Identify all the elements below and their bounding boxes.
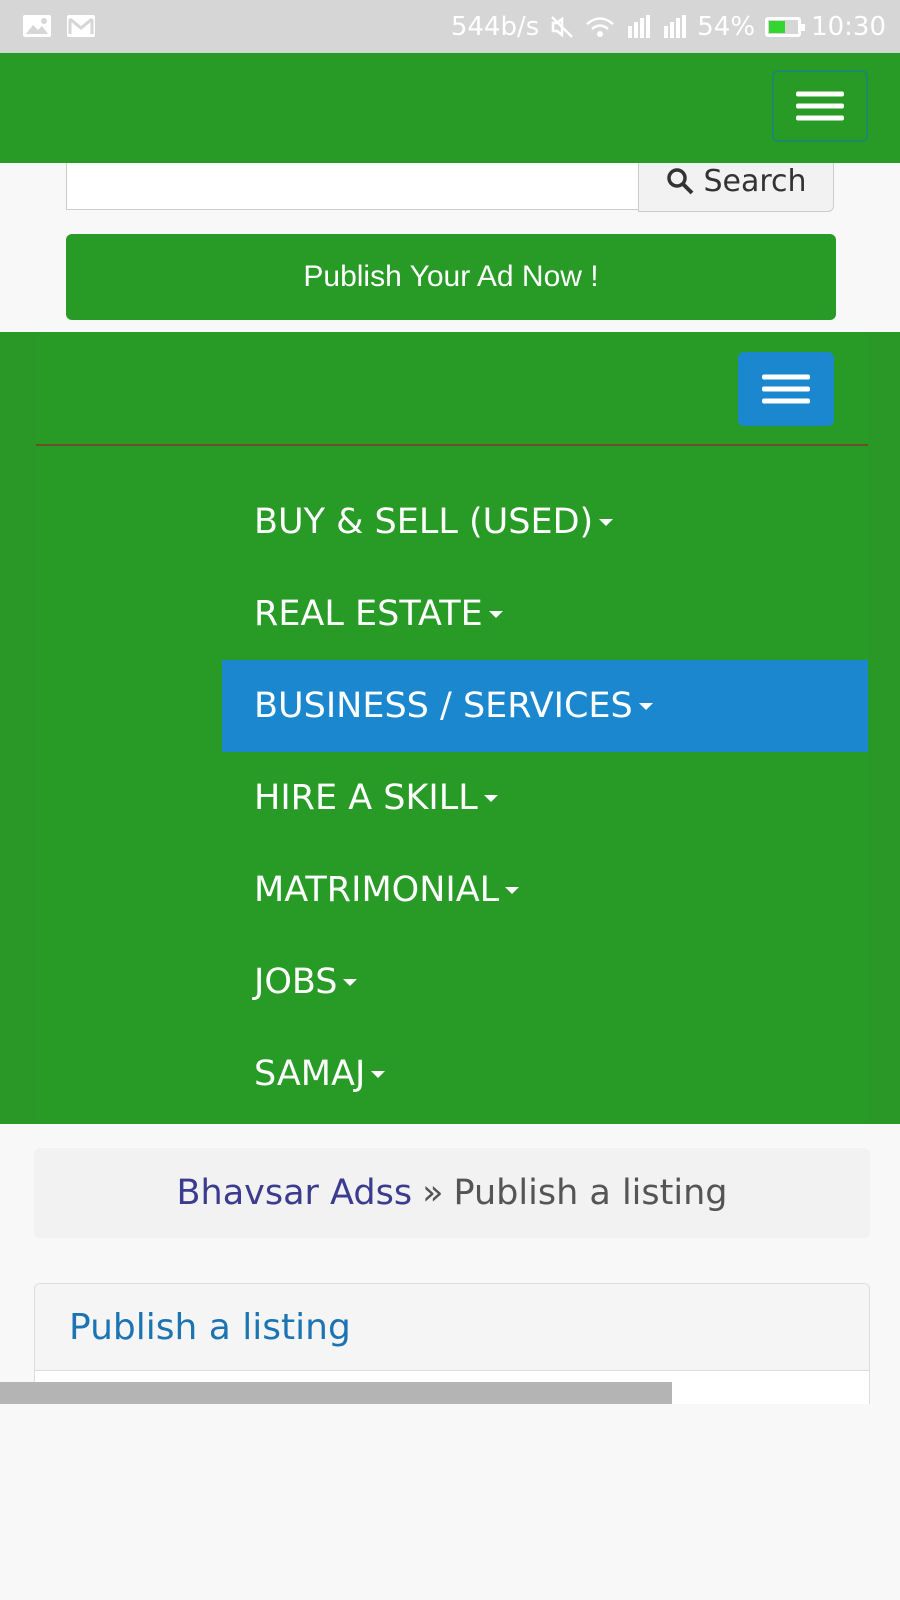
- menu-item-business-services[interactable]: BUSINESS / SERVICES: [222, 660, 868, 752]
- battery-percent: 54%: [697, 11, 756, 42]
- menu-item-buy-sell-used[interactable]: BUY & SELL (USED): [222, 476, 868, 568]
- caret-down-icon: [599, 518, 614, 526]
- hamburger-icon: [796, 85, 844, 128]
- category-navbar: BUY & SELL (USED) REAL ESTATE BUSINESS /…: [0, 332, 900, 1124]
- category-menu: BUY & SELL (USED) REAL ESTATE BUSINESS /…: [222, 476, 868, 1120]
- search-icon: [667, 168, 694, 195]
- caret-down-icon: [371, 1070, 386, 1078]
- wifi-icon: [586, 16, 615, 37]
- gallery-icon: [23, 15, 51, 37]
- signal-icon: [664, 14, 687, 38]
- clock: 10:30: [811, 11, 886, 42]
- menu-item-hire-a-skill[interactable]: HIRE A SKILL: [222, 752, 868, 844]
- top-navbar: [0, 53, 900, 163]
- network-speed: 544b/s: [450, 11, 540, 42]
- caret-down-icon: [483, 794, 498, 802]
- breadcrumb-home-link[interactable]: Bhavsar Adss: [177, 1173, 413, 1213]
- hamburger-icon: [762, 368, 810, 411]
- status-indicators: 544b/s 54% 10:30: [451, 0, 886, 53]
- hd-signal-icon: [628, 14, 651, 38]
- publish-ad-button[interactable]: Publish Your Ad Now !: [66, 234, 836, 320]
- divider: [36, 444, 868, 446]
- battery-icon: [765, 16, 806, 37]
- breadcrumb-current: Publish a listing: [453, 1173, 728, 1213]
- panel-heading: Publish a listing: [35, 1284, 869, 1371]
- mute-icon: [551, 15, 574, 38]
- caret-down-icon: [505, 886, 520, 894]
- breadcrumb-separator: »: [422, 1173, 444, 1213]
- horizontal-scrollbar[interactable]: [0, 1382, 672, 1404]
- gmail-icon: [67, 15, 95, 37]
- category-menu-toggle-button[interactable]: [738, 352, 834, 426]
- search-button-label: Search: [703, 163, 807, 199]
- status-bar: 544b/s 54% 10:30: [0, 0, 900, 53]
- menu-item-matrimonial[interactable]: MATRIMONIAL: [222, 844, 868, 936]
- battery-level: [769, 20, 786, 33]
- menu-item-samaj[interactable]: SAMAJ: [222, 1028, 868, 1120]
- top-menu-toggle-button[interactable]: [772, 70, 868, 142]
- menu-item-jobs[interactable]: JOBS: [222, 936, 868, 1028]
- notification-icons: [22, 14, 96, 38]
- caret-down-icon: [343, 978, 358, 986]
- caret-down-icon: [638, 702, 653, 710]
- menu-item-real-estate[interactable]: REAL ESTATE: [222, 568, 868, 660]
- caret-down-icon: [488, 610, 503, 618]
- breadcrumb: Bhavsar Adss » Publish a listing: [34, 1148, 870, 1238]
